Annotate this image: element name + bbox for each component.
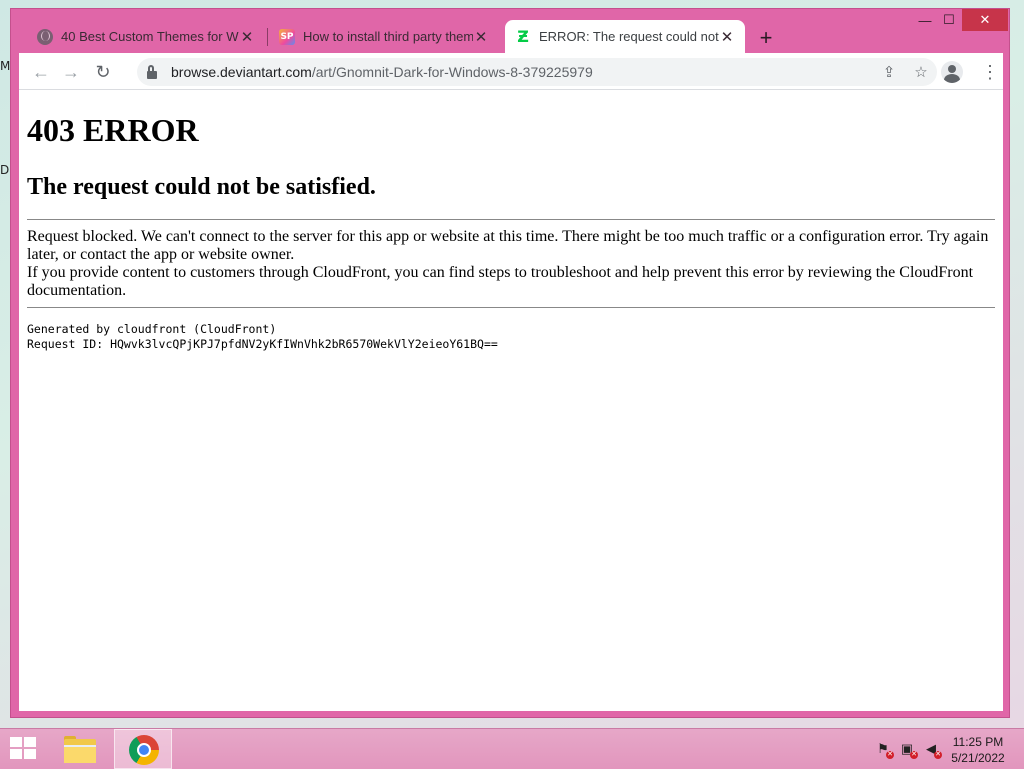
browser-window: 40 Best Custom Themes for Windows ✕ SP H… [10, 8, 1010, 718]
error-subheading: The request could not be satisfied. [27, 174, 376, 200]
share-icon[interactable]: ⇪ [879, 62, 899, 82]
tab-title: ERROR: The request could not be satisfie… [539, 29, 719, 44]
deviantart-icon: Ƶ [517, 27, 529, 46]
lock-icon[interactable] [147, 64, 157, 79]
divider [27, 307, 995, 308]
url-text[interactable]: browse.deviantart.com/art/Gnomnit-Dark-f… [171, 64, 593, 80]
tab-best-custom-themes[interactable]: 40 Best Custom Themes for Windows ✕ [27, 20, 265, 53]
tab-title: 40 Best Custom Themes for Windows [61, 29, 239, 44]
bookmark-star-icon[interactable]: ☆ [911, 62, 931, 82]
error-paragraph-1: Request blocked. We can't connect to the… [27, 228, 989, 263]
error-message: Request blocked. We can't connect to the… [27, 228, 995, 300]
desktop-icon-label: M [0, 59, 11, 73]
clock-date: 5/21/2022 [951, 751, 1005, 765]
reload-icon[interactable]: ↻ [91, 60, 115, 84]
tab-error-request[interactable]: Ƶ ERROR: The request could not be satisf… [505, 20, 745, 53]
close-tab-icon[interactable]: ✕ [239, 29, 255, 46]
close-tab-icon[interactable]: ✕ [719, 29, 735, 46]
tab-separator [267, 28, 268, 46]
action-center-flag-icon[interactable]: ⚑ ✕ [874, 741, 894, 759]
url-host: browse.deviantart.com [171, 64, 312, 80]
file-explorer-icon[interactable] [62, 735, 98, 763]
request-id: Request ID: HQwvk3lvcQPjKPJ7pfdNV2yKfIWn… [27, 337, 498, 351]
browser-toolbar: ← → ↻ browse.deviantart.com/art/Gnomnit-… [19, 53, 1003, 90]
back-arrow-icon[interactable]: ← [29, 60, 53, 84]
taskbar: ⚑ ✕ ▣ ✕ ◀ ✕ 11:25 PM 5/21/2022 [0, 728, 1024, 769]
generated-by: Generated by cloudfront (CloudFront) [27, 322, 277, 336]
error-heading: 403 ERROR [27, 112, 199, 148]
close-window-button[interactable]: ✕ [962, 9, 1008, 31]
close-tab-icon[interactable]: ✕ [473, 29, 489, 46]
tab-title: How to install third party themes [303, 29, 473, 44]
network-icon[interactable]: ▣ ✕ [898, 741, 918, 759]
address-bar[interactable]: browse.deviantart.com/art/Gnomnit-Dark-f… [137, 58, 937, 86]
clock-time: 11:25 PM [952, 735, 1004, 749]
error-paragraph-2: If you provide content to customers thro… [27, 264, 974, 299]
maximize-button[interactable]: ☐ [933, 9, 965, 31]
new-tab-button[interactable]: + [754, 25, 778, 50]
volume-muted-icon[interactable]: ◀ ✕ [922, 741, 942, 759]
profile-avatar-icon[interactable] [941, 61, 963, 83]
globe-icon [37, 28, 53, 45]
tab-strip: 40 Best Custom Themes for Windows ✕ SP H… [11, 9, 1009, 53]
desktop-icon-label: D [0, 163, 10, 177]
url-path: /art/Gnomnit-Dark-for-Windows-8-37922597… [311, 64, 593, 80]
more-menu-icon[interactable]: ⋮ [981, 60, 999, 84]
sp-icon: SP [279, 28, 295, 45]
chrome-taskbar-button[interactable] [114, 729, 172, 769]
chrome-icon [129, 735, 159, 765]
system-clock[interactable]: 11:25 PM 5/21/2022 [948, 734, 1008, 766]
error-details: Generated by cloudfront (CloudFront) Req… [27, 322, 995, 352]
tab-install-third-party-themes[interactable]: SP How to install third party themes ✕ [269, 20, 499, 53]
windows-start-icon[interactable] [10, 737, 38, 761]
divider [27, 219, 995, 220]
forward-arrow-icon[interactable]: → [59, 60, 83, 84]
page-content: 403 ERROR The request could not be satis… [19, 90, 1003, 711]
